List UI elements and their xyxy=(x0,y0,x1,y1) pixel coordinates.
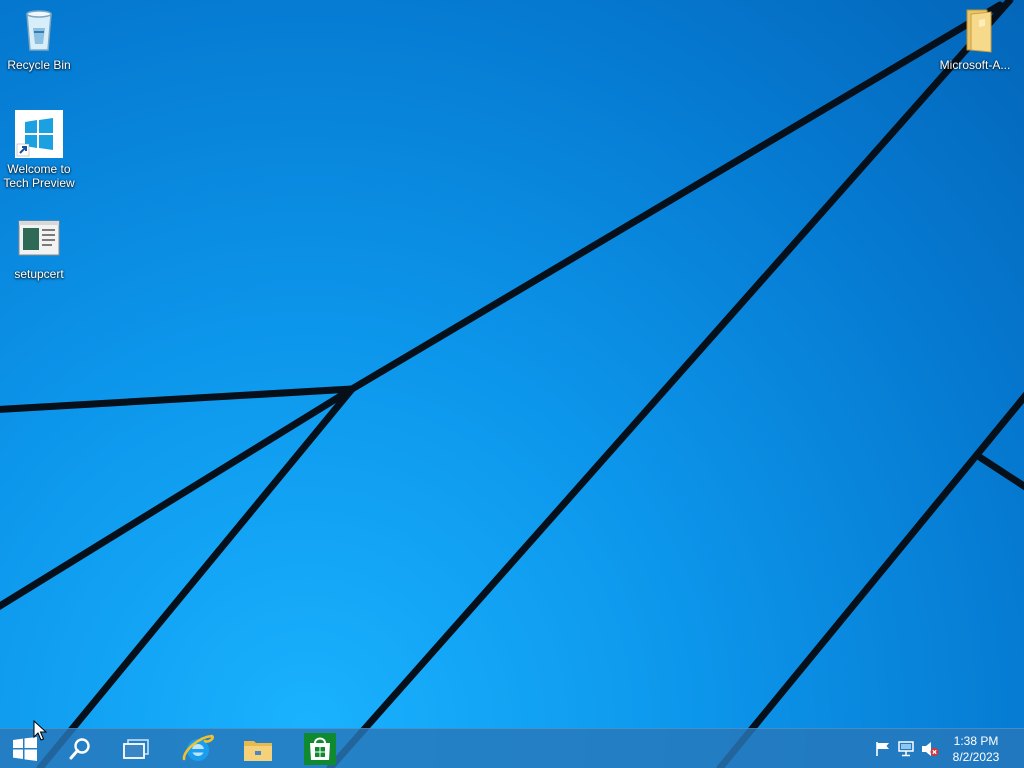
desktop-icon-setupcert[interactable]: setupcert xyxy=(0,215,78,281)
internet-explorer-button[interactable] xyxy=(170,729,226,768)
desktop-icon-label: Microsoft-A... xyxy=(939,58,1011,72)
desktop-icon-label: Recycle Bin xyxy=(7,58,71,72)
volume-muted-icon[interactable] xyxy=(921,741,939,757)
action-center-flag-icon[interactable] xyxy=(874,741,892,757)
store-icon xyxy=(304,733,336,765)
clock-time: 1:38 PM xyxy=(953,734,999,748)
network-icon[interactable] xyxy=(897,741,915,757)
task-view-button[interactable] xyxy=(108,729,164,768)
search-icon xyxy=(69,738,90,760)
mouse-pointer-icon xyxy=(33,719,48,746)
search-button[interactable] xyxy=(52,729,108,768)
task-view-icon xyxy=(123,739,149,759)
desktop-wallpaper xyxy=(0,0,1024,768)
desktop-icon-microsoft-folder[interactable]: Microsoft-A... xyxy=(936,6,1014,72)
desktop-icon-recycle-bin[interactable]: Recycle Bin xyxy=(0,6,78,72)
taskbar: 1:38 PM 8/2/2023 xyxy=(0,728,1024,768)
recycle-bin-icon xyxy=(15,6,63,54)
file-explorer-button[interactable] xyxy=(230,729,286,768)
taskbar-clock[interactable]: 1:38 PM 8/2/2023 xyxy=(946,733,1006,765)
windows-logo-shortcut-icon xyxy=(15,110,63,158)
desktop-icon-label: setupcert xyxy=(14,267,64,281)
folder-icon xyxy=(244,741,272,761)
store-button[interactable] xyxy=(292,729,348,768)
desktop-icon-label: Welcome to Tech Preview xyxy=(3,162,75,190)
internet-explorer-icon xyxy=(182,734,214,761)
folder-icon xyxy=(951,6,999,54)
desktop-icon-welcome[interactable]: Welcome to Tech Preview xyxy=(0,110,78,190)
wallpaper-lines xyxy=(0,0,1024,768)
application-window-icon xyxy=(15,215,63,263)
clock-date: 8/2/2023 xyxy=(952,750,1000,764)
